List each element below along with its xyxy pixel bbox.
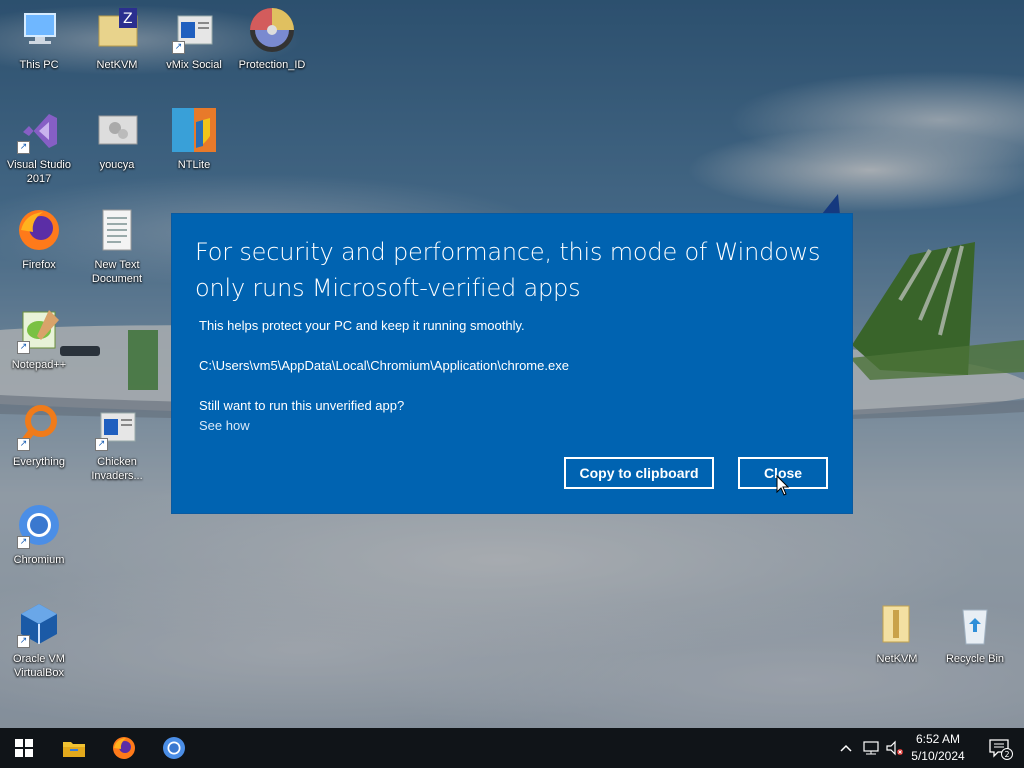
- desktop-icon-label: NetKVM: [96, 59, 138, 71]
- taskbar-file-explorer[interactable]: [50, 728, 98, 768]
- clock-date: 5/10/2024: [911, 749, 965, 763]
- desktop-icon-label: This PC: [19, 59, 59, 71]
- desktop-icon-netkvm-folder[interactable]: NetKVM: [859, 600, 935, 666]
- desktop-icon-label: NTLite: [177, 159, 211, 171]
- desktop-icon-visual-studio[interactable]: ↗ Visual Studio 2017: [1, 106, 77, 186]
- desktop-icon-label: Everything: [13, 456, 65, 468]
- speaker-muted-icon[interactable]: [884, 738, 906, 758]
- app-window-icon: ↗: [93, 403, 141, 451]
- firefox-icon: [15, 206, 63, 254]
- desktop-icon-chromium[interactable]: ↗ Chromium: [1, 501, 77, 567]
- smode-block-dialog: For security and performance, this mode …: [172, 214, 852, 513]
- desktop-icon-label: vMix Social: [166, 59, 222, 71]
- action-center-button[interactable]: 2: [976, 728, 1024, 768]
- shortcut-arrow-icon: ↗: [17, 536, 30, 549]
- windows-logo-icon: [15, 739, 33, 757]
- start-button[interactable]: [0, 728, 48, 768]
- shortcut-arrow-icon: ↗: [17, 438, 30, 451]
- taskbar-firefox[interactable]: [100, 728, 148, 768]
- desktop-icon-new-text-document[interactable]: New Text Document: [79, 206, 155, 286]
- gear-window-icon: [93, 106, 141, 154]
- see-how-link[interactable]: See how: [195, 416, 829, 436]
- chevron-up-icon[interactable]: [836, 738, 856, 758]
- folder-icon: [873, 600, 921, 648]
- desktop-icon-everything[interactable]: ↗ Everything: [1, 403, 77, 469]
- mouse-pointer-icon: [776, 475, 790, 496]
- shortcut-arrow-icon: ↗: [17, 635, 30, 648]
- taskbar-chromium[interactable]: [150, 728, 198, 768]
- notepadpp-icon: ↗: [15, 306, 63, 354]
- desktop-icon-label: Protection_ID: [238, 59, 306, 71]
- file-explorer-icon: [63, 742, 85, 757]
- chromium-icon: [163, 737, 185, 759]
- chromium-icon: ↗: [15, 501, 63, 549]
- desktop-icon-label: Chromium: [13, 554, 65, 566]
- shortcut-arrow-icon: ↗: [172, 41, 185, 54]
- desktop-icon-label: New Text Document: [91, 259, 143, 285]
- recycle-bin-icon: [951, 600, 999, 648]
- desktop-icon-label: Firefox: [22, 259, 56, 271]
- shortcut-arrow-icon: ↗: [17, 341, 30, 354]
- shortcut-arrow-icon: ↗: [95, 438, 108, 451]
- desktop-icon-firefox[interactable]: Firefox: [1, 206, 77, 272]
- dialog-title: For security and performance, this mode …: [195, 238, 821, 302]
- clock-time: 6:52 AM: [915, 732, 961, 746]
- search-magnifier-icon: ↗: [15, 403, 63, 451]
- desktop-icon-protection-id[interactable]: Protection_ID: [234, 6, 310, 72]
- desktop-icon-ntlite[interactable]: NTLite: [156, 106, 232, 172]
- copy-to-clipboard-button[interactable]: Copy to clipboard: [564, 457, 714, 489]
- dialog-question: Still want to run this unverified app?: [199, 398, 405, 413]
- notification-icon: 2: [989, 739, 1013, 760]
- disc-icon: [248, 6, 296, 54]
- svg-text:Z: Z: [123, 11, 133, 27]
- desktop-icon-label: Oracle VM VirtualBox: [13, 653, 65, 679]
- ntlite-icon: [170, 106, 218, 154]
- desktop-icon-label: NetKVM: [876, 653, 918, 665]
- desktop-icon-virtualbox[interactable]: ↗ Oracle VM VirtualBox: [1, 600, 77, 680]
- desktop-icon-label: Notepad++: [11, 359, 67, 371]
- desktop-icon-label: Recycle Bin: [945, 653, 1005, 665]
- shortcut-arrow-icon: ↗: [17, 141, 30, 154]
- dialog-subtitle: This helps protect your PC and keep it r…: [199, 318, 525, 333]
- desktop-icon-notepadpp[interactable]: ↗ Notepad++: [1, 306, 77, 372]
- desktop-icon-vmix-social[interactable]: ↗ vMix Social: [156, 6, 232, 72]
- notification-count-badge: 2: [1005, 750, 1010, 759]
- desktop-icon-netkvm-zip[interactable]: Z NetKVM: [79, 6, 155, 72]
- taskbar: 6:52 AM 5/10/2024 2: [0, 728, 1024, 768]
- virtualbox-icon: ↗: [15, 600, 63, 648]
- text-document-icon: [93, 206, 141, 254]
- computer-icon: [15, 6, 63, 54]
- desktop-icon-label: youcya: [99, 159, 135, 171]
- blocked-app-path: C:\Users\vm5\AppData\Local\Chromium\Appl…: [199, 358, 569, 373]
- visual-studio-icon: ↗: [15, 106, 63, 154]
- desktop-icon-recycle-bin[interactable]: Recycle Bin: [937, 600, 1013, 666]
- desktop-icon-chicken-invaders[interactable]: ↗ Chicken Invaders...: [79, 403, 155, 483]
- zip-folder-icon: Z: [93, 6, 141, 54]
- network-icon[interactable]: [860, 738, 882, 758]
- desktop-icon-this-pc[interactable]: This PC: [1, 6, 77, 72]
- desktop-icon-label: Visual Studio 2017: [6, 159, 71, 185]
- desktop-icon-label: Chicken Invaders...: [91, 456, 143, 482]
- taskbar-clock[interactable]: 6:52 AM 5/10/2024: [906, 731, 970, 765]
- firefox-icon: [113, 737, 135, 759]
- desktop-icon-youcya[interactable]: youcya: [79, 106, 155, 172]
- system-tray: [836, 728, 906, 768]
- app-window-icon: ↗: [170, 6, 218, 54]
